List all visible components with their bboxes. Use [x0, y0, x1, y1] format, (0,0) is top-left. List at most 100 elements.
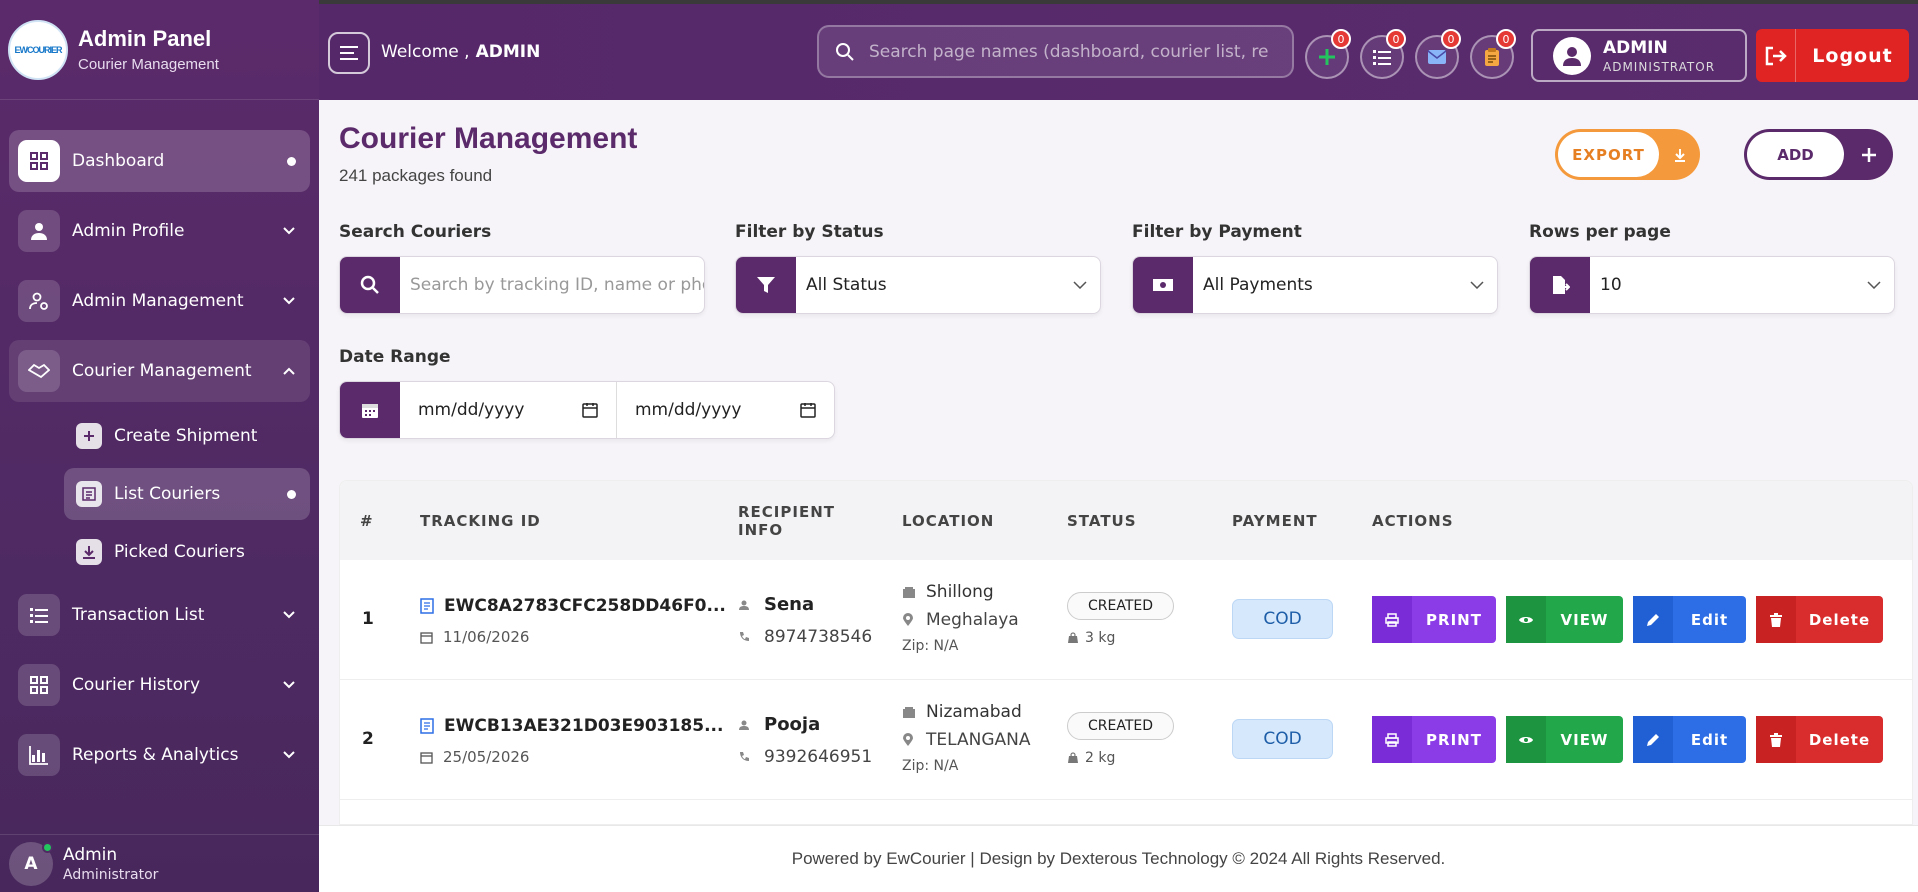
avatar-initial: A: [24, 853, 38, 874]
topbar: Welcome ,ADMIN 0 0 0 0 ADMIN ADMINISTRAT…: [319, 0, 1918, 100]
calendar-icon: [420, 751, 433, 764]
status-filter-select[interactable]: All Status: [735, 256, 1101, 314]
delete-label: Delete: [1808, 610, 1871, 629]
quick-list-button[interactable]: 0: [1360, 29, 1406, 79]
package-weight: 2 kg: [1067, 750, 1174, 766]
chevron-down-icon: [1854, 281, 1894, 289]
footer-text: Powered by EwCourier | Design by Dextero…: [791, 849, 1446, 868]
user-menu[interactable]: ADMIN ADMINISTRATOR: [1531, 29, 1747, 82]
chevron-down-icon: [282, 681, 296, 689]
payment-filter-select[interactable]: All Payments: [1132, 256, 1498, 314]
footer: Powered by EwCourier | Design by Dextero…: [319, 825, 1918, 892]
view-button[interactable]: VIEW: [1506, 596, 1623, 643]
sidebar-item-dashboard[interactable]: Dashboard: [9, 130, 310, 192]
active-dot: [287, 489, 296, 499]
courier-search[interactable]: [339, 256, 705, 314]
courier-search-input[interactable]: [400, 275, 704, 295]
export-button[interactable]: EXPORT: [1555, 129, 1700, 180]
quick-add-button[interactable]: 0: [1305, 29, 1351, 79]
sidebar-item-admin-profile[interactable]: Admin Profile: [9, 200, 310, 262]
document-icon: [420, 718, 434, 734]
edit-button[interactable]: Edit: [1633, 596, 1746, 643]
eye-icon: [1506, 596, 1546, 643]
printer-icon: [1372, 716, 1412, 763]
phone-icon: [740, 752, 749, 761]
location-city: Shillong: [902, 582, 1019, 602]
messages-button[interactable]: 0: [1415, 29, 1461, 79]
table-header: # TRACKING ID RECIPIENT INFO LOCATION ST…: [340, 481, 1912, 560]
weight-icon: [1068, 632, 1078, 643]
sidebar-item-courier-history[interactable]: Courier History: [9, 654, 310, 716]
status-filter-label: Filter by Status: [735, 222, 884, 242]
brand-title: Admin Panel: [78, 26, 212, 51]
recipient-phone-text: 8974738546: [764, 627, 873, 647]
sidebar-item-reports-analytics[interactable]: Reports & Analytics: [9, 724, 310, 786]
view-button[interactable]: VIEW: [1506, 716, 1623, 763]
avatar: A: [9, 841, 53, 886]
sidebar-item-label: Reports & Analytics: [72, 745, 239, 765]
rows-per-page-select[interactable]: 10: [1529, 256, 1895, 314]
envelope-icon: [1427, 50, 1447, 64]
column-header-tracking: TRACKING ID: [420, 511, 541, 530]
active-dot: [287, 156, 296, 166]
online-status-dot: [42, 841, 53, 853]
menu-toggle-button[interactable]: [328, 32, 370, 74]
print-button[interactable]: PRINT: [1372, 716, 1496, 763]
sidebar-item-transaction-list[interactable]: Transaction List: [9, 584, 310, 646]
location-state: Meghalaya: [902, 610, 1019, 630]
sidebar-item-label: Dashboard: [72, 151, 165, 171]
edit-button[interactable]: Edit: [1633, 716, 1746, 763]
add-courier-button[interactable]: ADD: [1744, 129, 1893, 180]
bar-chart-icon: [18, 734, 60, 776]
download-icon: [1659, 148, 1700, 162]
column-header-location: LOCATION: [902, 511, 995, 530]
created-date-text: 25/05/2026: [443, 748, 530, 766]
delete-label: Delete: [1808, 730, 1871, 749]
documents-button[interactable]: 0: [1470, 29, 1516, 79]
location-state: TELANGANA: [902, 730, 1030, 750]
sidebar-user[interactable]: A Admin Administrator: [0, 834, 319, 892]
file-export-icon: [1530, 257, 1590, 313]
date-range: mm/dd/yyyy mm/dd/yyyy: [339, 381, 835, 439]
column-header-status: STATUS: [1067, 511, 1137, 530]
brand-logo[interactable]: EWCOURIER: [8, 19, 68, 80]
sidebar-subitem-list-couriers[interactable]: List Couriers: [64, 468, 310, 520]
trash-icon: [1756, 596, 1796, 643]
global-search[interactable]: [817, 25, 1294, 78]
delete-button[interactable]: Delete: [1756, 716, 1883, 763]
sidebar-item-courier-management[interactable]: Courier Management: [9, 340, 310, 402]
created-date: 11/06/2026: [420, 628, 726, 646]
sidebar-item-admin-management[interactable]: Admin Management: [9, 270, 310, 332]
logout-button[interactable]: Logout: [1756, 29, 1909, 82]
recipient-name: Pooja: [738, 714, 872, 735]
map-pin-icon: [903, 613, 913, 626]
sidebar-subitem-create-shipment[interactable]: Create Shipment: [64, 410, 310, 462]
calendar-icon[interactable]: [800, 402, 816, 418]
sidebar-subitem-label: List Couriers: [114, 484, 221, 504]
calendar-icon[interactable]: [582, 402, 598, 418]
main-content: Courier Management 241 packages found EX…: [319, 100, 1918, 825]
status-badge: CREATED: [1067, 712, 1175, 740]
payment-badge: COD: [1232, 719, 1333, 759]
location-zip: Zip: N/A: [902, 758, 959, 774]
date-from-input[interactable]: mm/dd/yyyy: [400, 382, 617, 438]
location-city-text: Nizamabad: [926, 702, 1022, 722]
column-header-recipient-line1: RECIPIENT: [738, 502, 835, 521]
table-row: 2 EWCB13AE321D03E903185... 25/05/2026 Po…: [340, 680, 1912, 800]
print-button[interactable]: PRINT: [1372, 596, 1496, 643]
brand-subtitle: Courier Management: [78, 56, 219, 73]
tracking-id-text: EWCB13AE321D03E903185...: [444, 716, 724, 736]
row-number: 1: [362, 609, 374, 629]
date-to-input[interactable]: mm/dd/yyyy: [617, 382, 834, 438]
clipboard-icon: [1485, 48, 1499, 66]
delete-button[interactable]: Delete: [1756, 596, 1883, 643]
edit-label: Edit: [1690, 730, 1729, 749]
rows-per-page-label: Rows per page: [1529, 222, 1671, 242]
dashboard-icon: [18, 140, 60, 182]
print-label: PRINT: [1426, 610, 1482, 629]
sidebar-subitem-picked-couriers[interactable]: Picked Couriers: [64, 526, 310, 578]
sidebar-subitem-label: Picked Couriers: [114, 542, 245, 562]
global-search-input[interactable]: [869, 41, 1269, 62]
user-icon: [18, 210, 60, 252]
chevron-down-icon: [1457, 281, 1497, 289]
